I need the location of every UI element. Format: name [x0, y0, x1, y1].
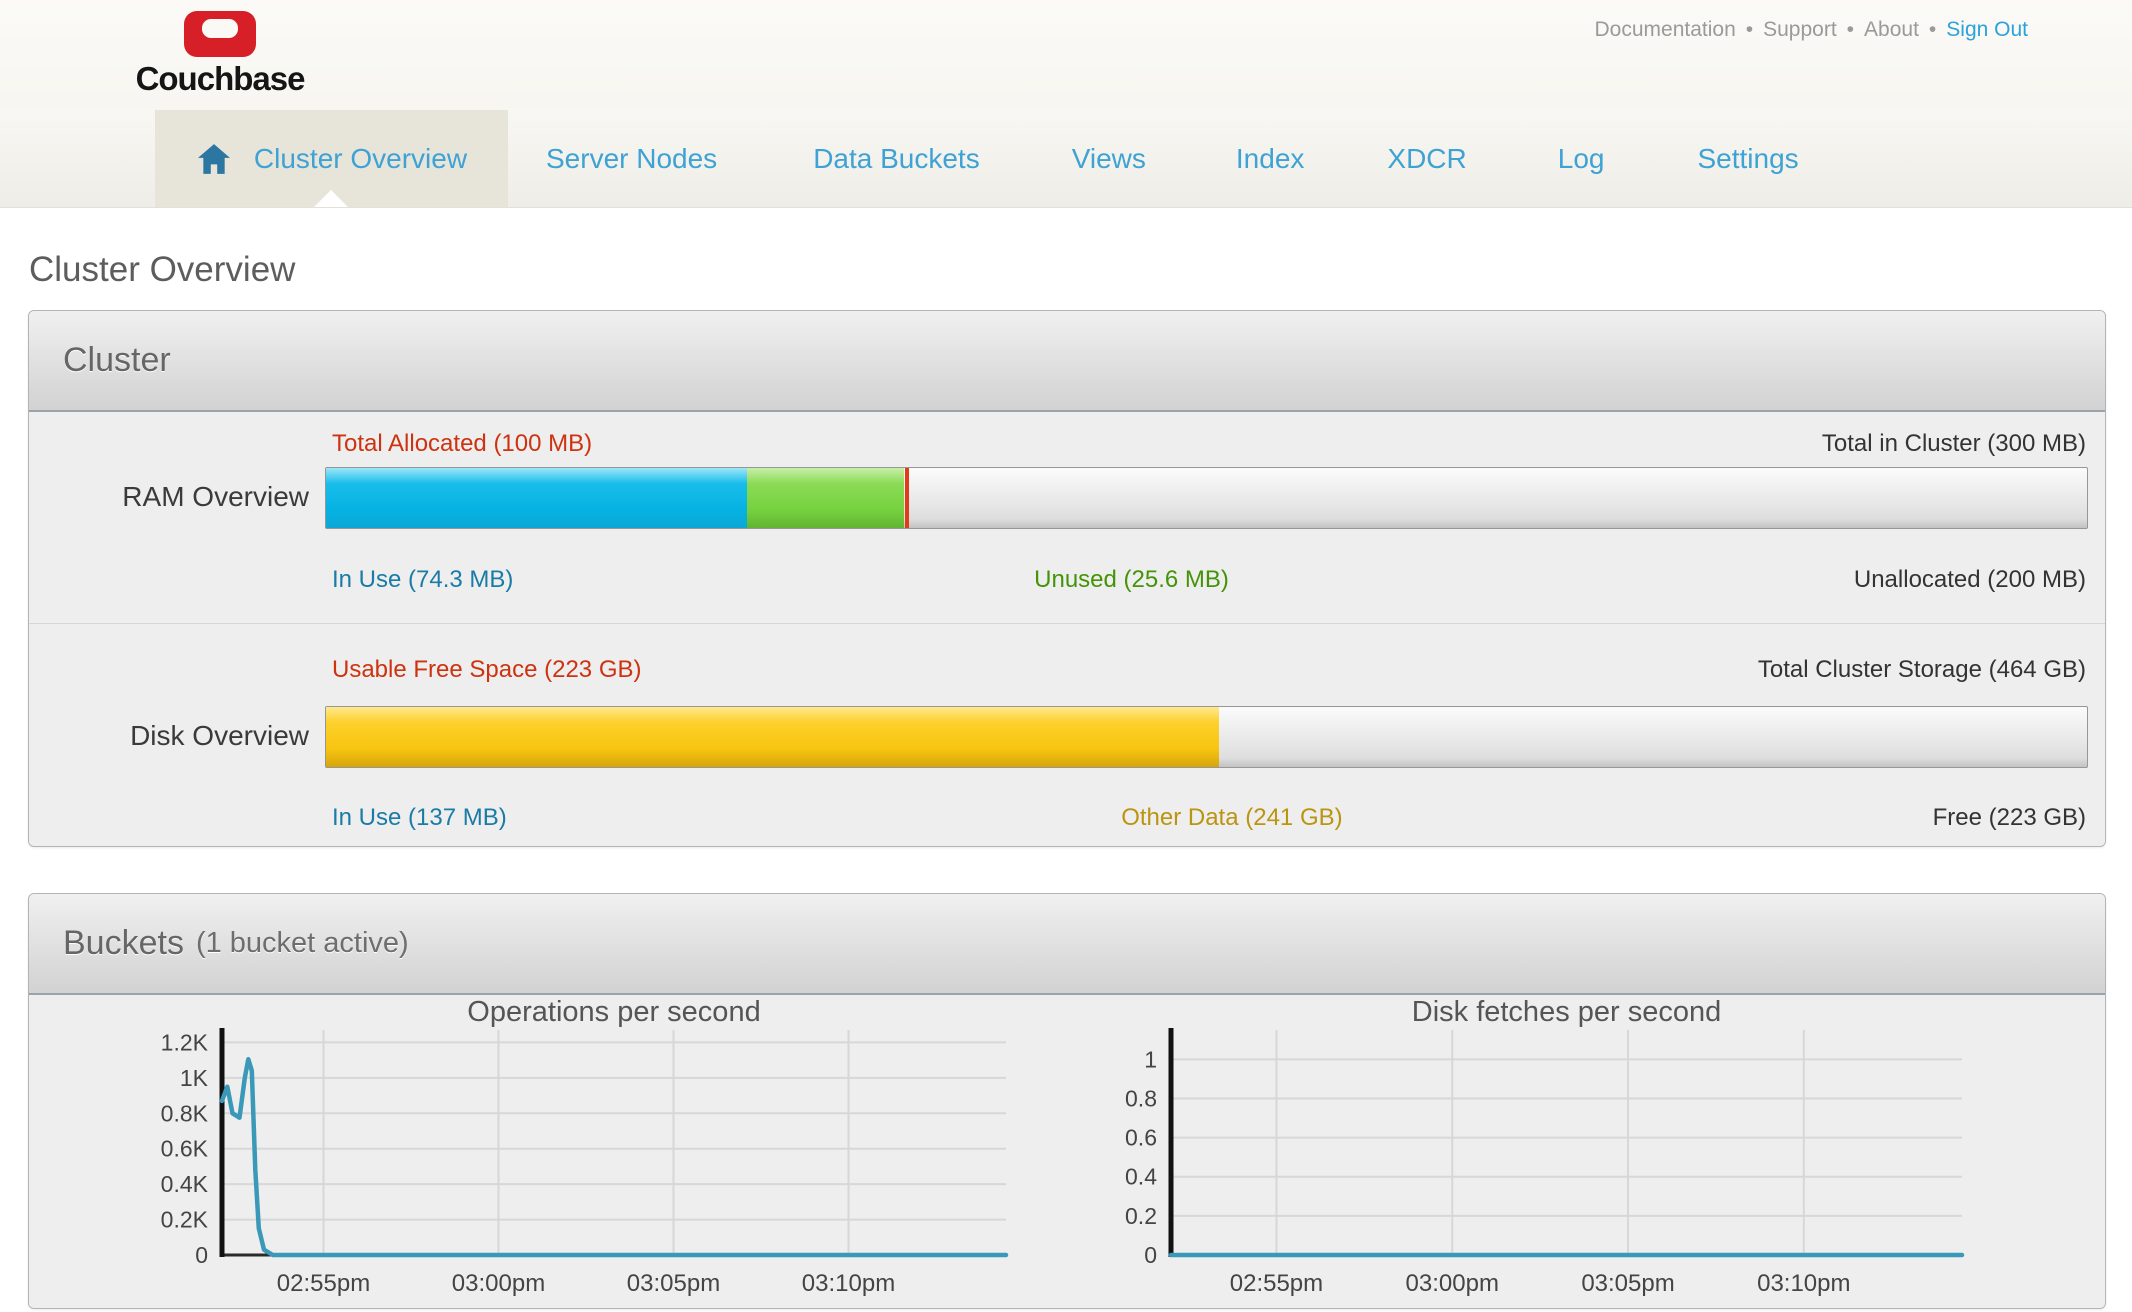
svg-text:02:55pm: 02:55pm: [277, 1270, 370, 1297]
nav-items: Cluster Overview Server Nodes Data Bucke…: [0, 110, 2132, 207]
total-in-cluster-label: Total in Cluster (300 MB): [1822, 430, 2086, 458]
bar-segment-blue: [326, 468, 747, 528]
tab-label: Cluster Overview: [254, 143, 467, 175]
svg-text:03:10pm: 03:10pm: [1757, 1270, 1850, 1297]
svg-text:0: 0: [1144, 1242, 1157, 1268]
tab-log[interactable]: Log: [1558, 110, 1605, 207]
svg-text:03:00pm: 03:00pm: [1406, 1270, 1499, 1297]
svg-text:1K: 1K: [180, 1065, 209, 1091]
buckets-panel-body: Operations per second 0 0.2K 0.4K 0.6K 0.8K 1K…: [29, 995, 2105, 1308]
svg-text:03:05pm: 03:05pm: [627, 1270, 720, 1297]
svg-text:1: 1: [1144, 1046, 1157, 1072]
buckets-active-count: (1 bucket active): [196, 927, 409, 960]
tab-index[interactable]: Index: [1236, 110, 1305, 207]
link-separator: •: [1929, 18, 1936, 41]
cluster-panel-header: Cluster: [29, 311, 2105, 412]
tab-cluster-overview[interactable]: Cluster Overview: [155, 110, 508, 207]
about-link[interactable]: About: [1864, 18, 1919, 41]
couchbase-console: { "header": { "logo_text": "Couchbase", …: [0, 0, 2132, 1312]
couchbase-logo: Couchbase: [130, 10, 310, 98]
svg-text:03:10pm: 03:10pm: [802, 1270, 895, 1297]
site-header: Couchbase Documentation • Support • About • Si…: [0, 0, 2132, 110]
bar-segment-green: [747, 468, 904, 528]
disk-usage-bar: [325, 706, 2088, 768]
other-data-label: Other Data (241 GB): [1121, 804, 1342, 832]
svg-text:02:55pm: 02:55pm: [1230, 1270, 1323, 1297]
svg-text:0.4: 0.4: [1125, 1164, 1157, 1190]
cluster-panel: Cluster RAM Overview Total Allocated (10…: [28, 310, 2106, 847]
disk-overview-row: Disk Overview Usable Free Space (223 GB)…: [29, 623, 2105, 845]
logo-text: Couchbase: [130, 60, 310, 98]
page-title: Cluster Overview: [29, 250, 295, 290]
svg-text:0: 0: [195, 1242, 208, 1268]
support-link[interactable]: Support: [1763, 18, 1837, 41]
usable-free-space-label: Usable Free Space (223 GB): [332, 656, 641, 684]
svg-text:1.2K: 1.2K: [161, 1029, 209, 1055]
tab-data-buckets[interactable]: Data Buckets: [813, 110, 980, 207]
svg-text:0.2: 0.2: [1125, 1203, 1157, 1229]
svg-text:Operations per second: Operations per second: [467, 996, 760, 1028]
utility-links: Documentation • Support • About • Sign Out: [1595, 18, 2029, 42]
ram-usage-bar: [325, 467, 2088, 529]
disk-fetches-per-second-chart: Disk fetches per second 0 0.2 0.4 0.6 0.8 1 02:…: [1081, 995, 2001, 1307]
buckets-panel-header: Buckets (1 bucket active): [29, 894, 2105, 995]
ram-overview-label: RAM Overview: [29, 481, 309, 513]
tab-xdcr[interactable]: XDCR: [1387, 110, 1466, 207]
home-icon: [196, 143, 232, 175]
tab-settings[interactable]: Settings: [1697, 110, 1798, 207]
disk-in-use-label: In Use (137 MB): [332, 804, 507, 832]
svg-text:03:00pm: 03:00pm: [452, 1270, 545, 1297]
svg-text:0.8K: 0.8K: [161, 1100, 209, 1126]
ram-overview-row: RAM Overview Total Allocated (100 MB) To…: [29, 412, 2105, 623]
tab-views[interactable]: Views: [1072, 110, 1146, 207]
bar-segment-yellow: [326, 707, 1219, 767]
active-tab-notch: [314, 190, 348, 207]
ram-unallocated-label: Unallocated (200 MB): [1854, 566, 2086, 594]
sign-out-link[interactable]: Sign Out: [1946, 18, 2028, 41]
disk-overview-label: Disk Overview: [29, 720, 309, 752]
operations-per-second-chart: Operations per second 0 0.2K 0.4K 0.6K 0.8K 1K…: [131, 995, 1051, 1307]
disk-free-label: Free (223 GB): [1933, 804, 2086, 832]
svg-text:Disk fetches per second: Disk fetches per second: [1412, 996, 1721, 1028]
documentation-link[interactable]: Documentation: [1595, 18, 1736, 41]
allocated-marker-line: [905, 468, 909, 528]
tab-server-nodes[interactable]: Server Nodes: [546, 110, 717, 207]
svg-text:0.6K: 0.6K: [161, 1136, 209, 1162]
cluster-panel-body: RAM Overview Total Allocated (100 MB) To…: [29, 412, 2105, 845]
svg-text:0.2K: 0.2K: [161, 1207, 209, 1233]
buckets-panel: Buckets (1 bucket active) Operations per…: [28, 893, 2106, 1309]
total-allocated-label: Total Allocated (100 MB): [332, 430, 592, 458]
ops_per_second-line: [222, 1059, 1006, 1255]
cluster-panel-title: Cluster: [63, 341, 171, 380]
buckets-panel-title: Buckets: [63, 924, 184, 963]
total-cluster-storage-label: Total Cluster Storage (464 GB): [1758, 656, 2086, 684]
main-nav: Cluster Overview Server Nodes Data Bucke…: [0, 110, 2132, 208]
link-separator: •: [1847, 18, 1854, 41]
link-separator: •: [1746, 18, 1753, 41]
svg-text:0.6: 0.6: [1125, 1125, 1157, 1151]
ram-in-use-label: In Use (74.3 MB): [332, 566, 513, 594]
svg-text:0.8: 0.8: [1125, 1085, 1157, 1111]
couchbase-logo-icon: [183, 10, 257, 58]
svg-text:03:05pm: 03:05pm: [1581, 1270, 1674, 1297]
ram-unused-label: Unused (25.6 MB): [1034, 566, 1229, 594]
svg-text:0.4K: 0.4K: [161, 1171, 209, 1197]
